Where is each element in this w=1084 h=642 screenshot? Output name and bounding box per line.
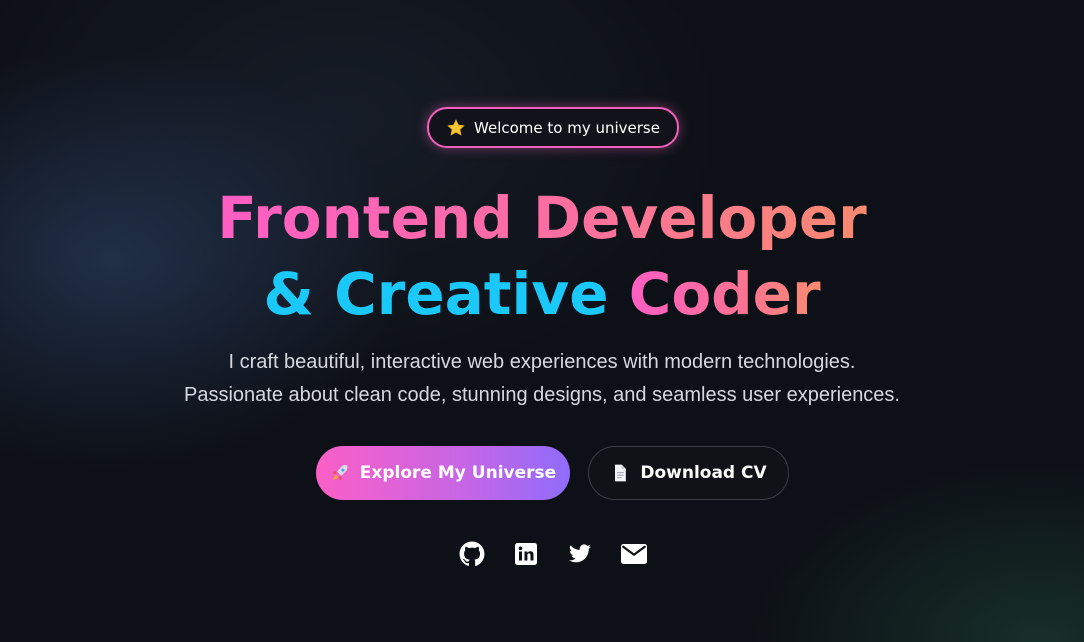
- download-cv-button[interactable]: Download CV: [588, 446, 789, 500]
- headline-coder: Coder: [628, 260, 821, 328]
- linkedin-icon[interactable]: [512, 540, 540, 568]
- rocket-icon: [330, 463, 350, 483]
- download-cv-label: Download CV: [640, 463, 767, 483]
- headline-frontend-developer: Frontend Developer: [217, 184, 867, 252]
- twitter-icon[interactable]: [566, 540, 594, 568]
- headline-creative: & Creative: [263, 260, 609, 328]
- welcome-badge: Welcome to my universe: [427, 107, 679, 148]
- headline-line-2: & Creative Coder: [0, 256, 1084, 332]
- hero-subtitle: I craft beautiful, interactive web exper…: [0, 346, 1084, 412]
- email-icon[interactable]: [620, 540, 648, 568]
- headline-line-1: Frontend Developer: [0, 180, 1084, 256]
- document-icon: [610, 463, 630, 483]
- explore-universe-label: Explore My Universe: [359, 463, 557, 483]
- social-links: [458, 540, 648, 570]
- hero-section: Welcome to my universe Frontend Develope…: [0, 0, 1084, 642]
- github-icon[interactable]: [458, 540, 486, 568]
- badge-text: Welcome to my universe: [474, 118, 660, 137]
- explore-universe-button[interactable]: Explore My Universe: [316, 446, 570, 500]
- star-icon: [446, 118, 466, 138]
- subtitle-line-2: Passionate about clean code, stunning de…: [183, 384, 900, 406]
- subtitle-line-1: I craft beautiful, interactive web exper…: [228, 351, 856, 373]
